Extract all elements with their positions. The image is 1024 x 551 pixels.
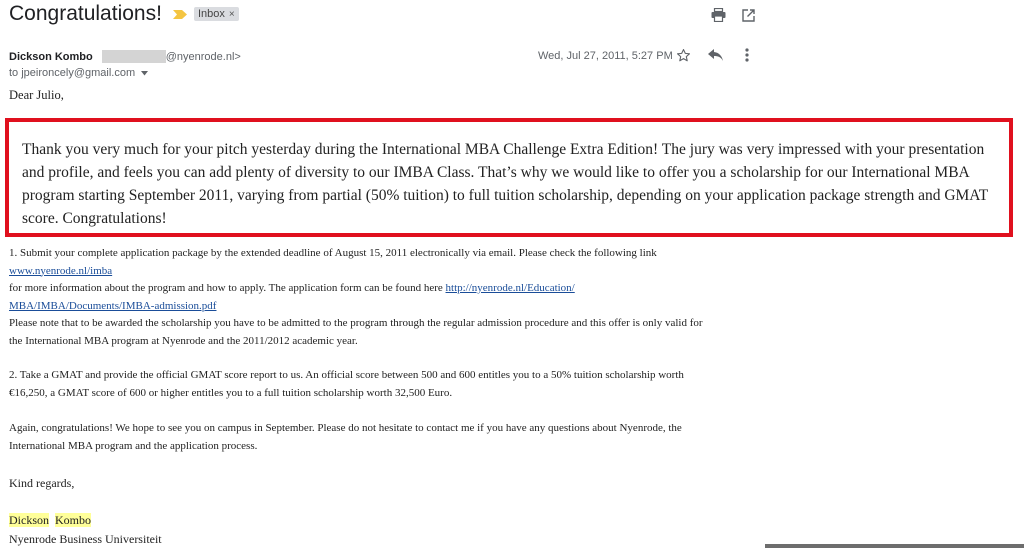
- signature-first-name: Dickson: [9, 513, 49, 527]
- paragraph-step-2: 2. Take a GMAT and provide the official …: [9, 367, 684, 402]
- email-date: Wed, Jul 27, 2011, 5:27 PM: [538, 50, 673, 62]
- step1-line2: for more information about the program a…: [9, 282, 446, 294]
- step2-line1: 2. Take a GMAT and provide the official …: [9, 369, 684, 381]
- chevron-down-icon[interactable]: [141, 70, 149, 76]
- closing-line1: Again, congratulations! We hope to see y…: [9, 422, 682, 434]
- step1-line3: Please note that to be awarded the schol…: [9, 317, 703, 329]
- signature-name: Dickson Kombo: [9, 512, 91, 530]
- subject-row: Congratulations! Inbox ×: [9, 2, 239, 26]
- more-vert-icon[interactable]: [739, 47, 755, 63]
- recipient-text: to jpeironcely@gmail.com: [9, 67, 136, 79]
- admission-form-link-part1[interactable]: http://nyenrode.nl/Education/: [446, 282, 575, 294]
- imba-link[interactable]: www.nyenrode.nl/imba: [9, 265, 112, 277]
- highlighted-paragraph: Thank you very much for your pitch yeste…: [22, 141, 988, 227]
- remove-label-icon[interactable]: ×: [229, 9, 235, 20]
- closing-line2: International MBA program and the applic…: [9, 439, 258, 452]
- step2-line2: €16,250, a GMAT score of 600 or higher e…: [9, 386, 453, 399]
- email-subject: Congratulations!: [9, 2, 162, 25]
- inbox-label-chip[interactable]: Inbox ×: [193, 7, 239, 21]
- label-important-icon[interactable]: [172, 9, 187, 19]
- star-icon[interactable]: [675, 47, 691, 63]
- reply-icon[interactable]: [707, 47, 723, 63]
- print-icon[interactable]: [710, 7, 726, 23]
- recipient-row: to jpeironcely@gmail.com: [9, 67, 149, 79]
- paragraph-step-1: 1. Submit your complete application pack…: [9, 245, 703, 350]
- sender-name[interactable]: Dickson Kombo: [9, 51, 93, 63]
- open-in-new-icon[interactable]: [740, 7, 756, 23]
- inbox-label-text: Inbox: [197, 8, 225, 20]
- paragraph-closing: Again, congratulations! We hope to see y…: [9, 420, 682, 455]
- step1-line4: the International MBA program at Nyenrod…: [9, 334, 358, 347]
- sign-off: Kind regards,: [9, 476, 75, 490]
- horizontal-scrollbar[interactable]: [765, 544, 1024, 548]
- message-actions: [675, 47, 755, 63]
- redacted-email: [101, 50, 166, 63]
- top-actions: [710, 7, 756, 23]
- admission-form-link-part2[interactable]: MBA/IMBA/Documents/IMBA-admission.pdf: [9, 300, 216, 312]
- sender-email: @nyenrode.nl>: [165, 50, 241, 63]
- step1-line1: 1. Submit your complete application pack…: [9, 247, 657, 259]
- sender-row: Dickson Kombo @nyenrode.nl>: [9, 50, 241, 63]
- greeting: Dear Julio,: [9, 88, 64, 102]
- signature-organization: Nyenrode Business Universiteit: [9, 532, 162, 546]
- signature-last-name: Kombo: [55, 513, 91, 527]
